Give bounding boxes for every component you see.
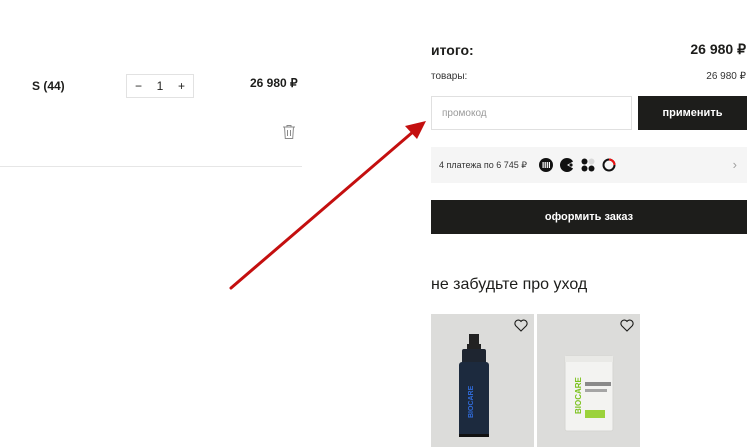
split-payment-banner[interactable]: 4 платежа по 6 745 ₽ › <box>431 147 747 183</box>
product-brand-label: BIOCARE <box>574 376 583 414</box>
apply-promo-button[interactable]: применить <box>638 96 747 130</box>
promo-code-input[interactable] <box>431 96 632 130</box>
split-payment-text: 4 платежа по 6 745 ₽ <box>439 159 528 170</box>
cart-item-size: S (44) <box>32 79 65 93</box>
foam-bottle-image: BIOCARE <box>459 334 489 437</box>
payment-logo-4-icon <box>602 158 616 172</box>
care-product-card[interactable]: BIOCARE <box>431 314 534 447</box>
quantity-stepper[interactable]: − 1 + <box>126 74 194 98</box>
trash-icon[interactable] <box>282 124 296 140</box>
payment-logo-3-icon <box>581 158 595 172</box>
care-section-title: не забудьте про уход <box>431 276 588 293</box>
care-product-card[interactable]: BIOCARE <box>537 314 640 447</box>
total-label: итого: <box>431 42 474 58</box>
decrement-button[interactable]: − <box>135 79 142 93</box>
goods-value: 26 980 ₽ <box>706 71 746 82</box>
chevron-right-icon: › <box>732 157 737 172</box>
total-value: 26 980 ₽ <box>690 41 746 57</box>
cart-divider <box>0 166 302 167</box>
checkout-button[interactable]: оформить заказ <box>431 200 747 234</box>
cart-item-price: 26 980 ₽ <box>250 76 298 90</box>
payment-logo-1-icon <box>539 158 554 172</box>
sachet-image: BIOCARE <box>564 355 614 432</box>
payment-logo-2-icon <box>560 158 574 172</box>
increment-button[interactable]: + <box>178 79 185 93</box>
product-brand-label: BIOCARE <box>468 385 475 418</box>
quantity-value: 1 <box>156 79 164 93</box>
payment-logos <box>539 158 616 172</box>
goods-label: товары: <box>431 71 468 82</box>
